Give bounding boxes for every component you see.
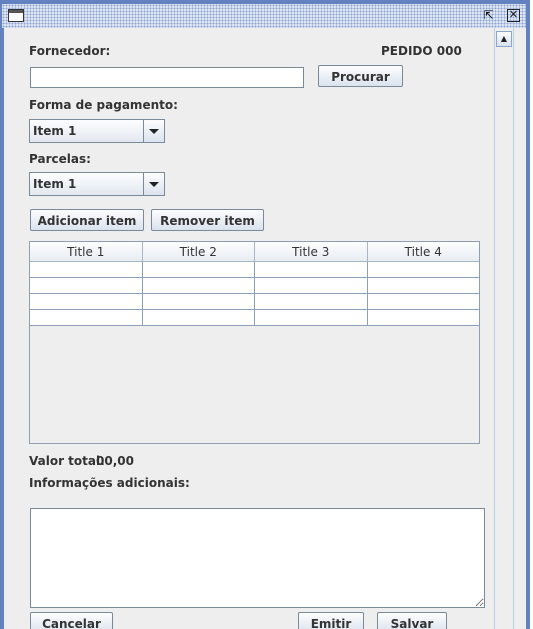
column-header[interactable]: Title 2	[142, 242, 255, 262]
table-cell[interactable]	[255, 294, 368, 310]
table-row[interactable]	[30, 262, 479, 278]
table-cell[interactable]	[142, 278, 255, 294]
order-number-label: PEDIDO 000	[381, 44, 462, 58]
items-table[interactable]: Title 1 Title 2 Title 3 Title 4	[29, 241, 480, 444]
table-cell[interactable]	[30, 278, 143, 294]
table-cell[interactable]	[255, 278, 368, 294]
supplier-label: Fornecedor:	[29, 44, 111, 58]
table-cell[interactable]	[367, 262, 479, 278]
table-row[interactable]	[30, 294, 479, 310]
table-header: Title 1 Title 2 Title 3 Title 4	[30, 242, 479, 262]
payment-method-value: Item 1	[33, 124, 77, 138]
table-cell[interactable]	[367, 294, 479, 310]
table-cell[interactable]	[30, 294, 143, 310]
payment-method-select[interactable]: Item 1	[29, 119, 165, 143]
table-cell[interactable]	[30, 262, 143, 278]
emit-button[interactable]: Emitir	[298, 612, 364, 629]
table-cell[interactable]	[255, 310, 368, 326]
form-panel: Fornecedor: PEDIDO 000 Procurar Forma de…	[4, 28, 526, 629]
table-cell[interactable]	[367, 310, 479, 326]
payment-method-label: Forma de pagamento:	[29, 98, 178, 112]
table-cell[interactable]	[367, 278, 479, 294]
column-header[interactable]: Title 3	[255, 242, 368, 262]
table-row[interactable]	[30, 310, 479, 326]
add-item-button[interactable]: Adicionar item	[30, 209, 144, 231]
title-bar[interactable]: ⇱ ✕	[2, 4, 526, 28]
window-frame: ⇱ ✕ Fornecedor: PEDIDO 000 Procurar Form…	[0, 0, 530, 629]
total-label: Valor total:	[29, 454, 105, 468]
supplier-input[interactable]	[30, 67, 304, 88]
table-cell[interactable]	[142, 310, 255, 326]
installments-label: Parcelas:	[29, 152, 91, 166]
table-cell[interactable]	[142, 262, 255, 278]
search-button[interactable]: Procurar	[318, 65, 403, 87]
cancel-button[interactable]: Cancelar	[30, 612, 113, 629]
additional-info-textarea[interactable]	[30, 508, 485, 608]
chevron-down-icon[interactable]	[143, 173, 164, 195]
arrow-up-icon[interactable]: ▲	[496, 31, 512, 47]
save-button[interactable]: Salvar	[377, 612, 447, 629]
table-row[interactable]	[30, 278, 479, 294]
column-header[interactable]: Title 1	[30, 242, 143, 262]
window-menu-icon[interactable]	[8, 9, 24, 22]
table-cell[interactable]	[255, 262, 368, 278]
close-icon[interactable]: ✕	[507, 9, 520, 22]
table-cell[interactable]	[30, 310, 143, 326]
vertical-scrollbar[interactable]: ▲	[494, 28, 514, 629]
installments-value: Item 1	[33, 177, 77, 191]
remove-item-button[interactable]: Remover item	[151, 209, 264, 231]
column-header[interactable]: Title 4	[367, 242, 479, 262]
additional-info-label: Informações adicionais:	[29, 476, 190, 490]
maximize-icon[interactable]: ⇱	[482, 9, 495, 22]
table-cell[interactable]	[142, 294, 255, 310]
installments-select[interactable]: Item 1	[29, 172, 165, 196]
chevron-down-icon[interactable]	[143, 120, 164, 142]
total-value: 00,00	[96, 454, 134, 468]
